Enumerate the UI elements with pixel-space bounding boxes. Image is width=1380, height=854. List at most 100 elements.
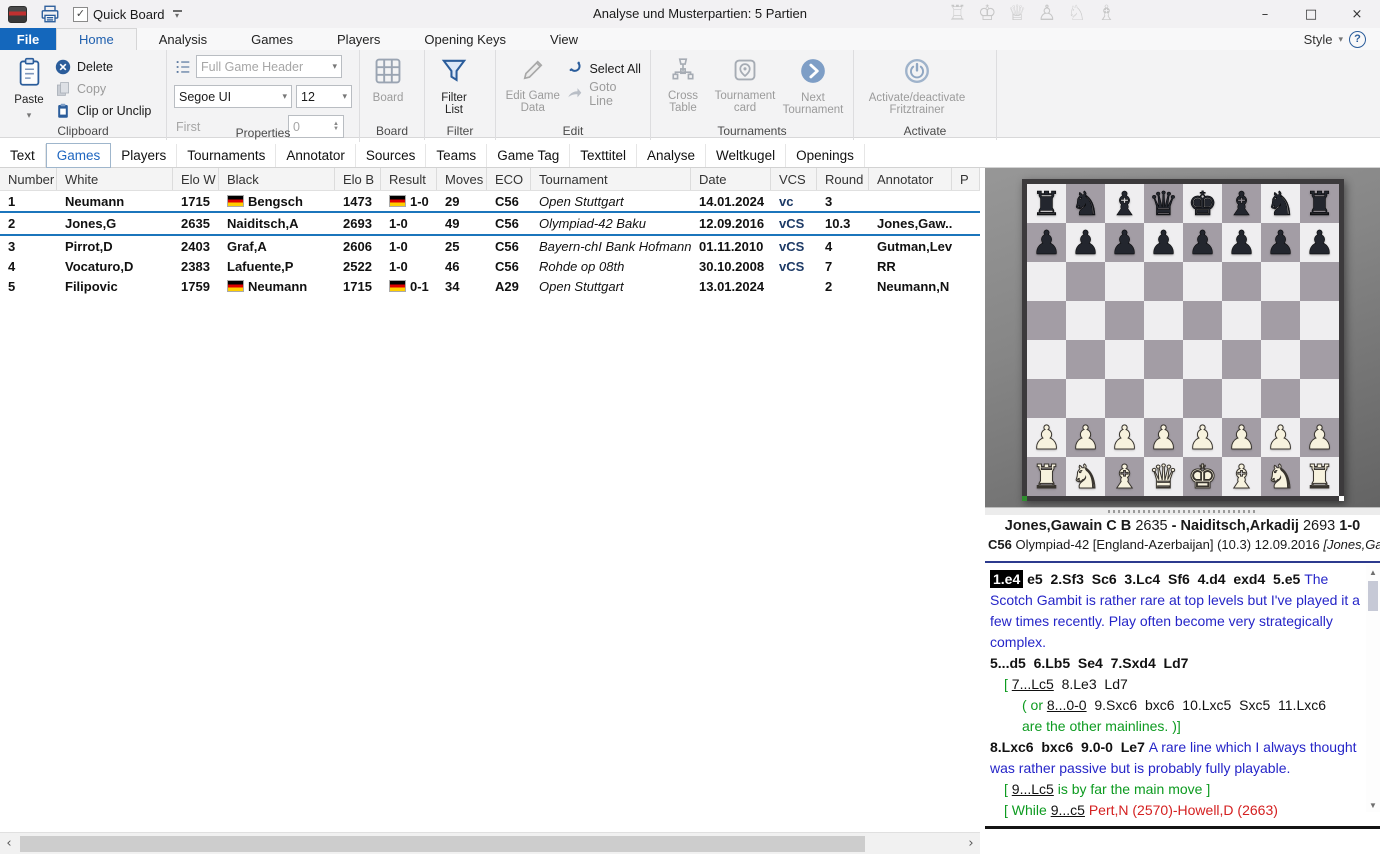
board-square[interactable] bbox=[1105, 379, 1144, 418]
board-square[interactable] bbox=[1183, 379, 1222, 418]
tab-text[interactable]: Text bbox=[0, 144, 46, 167]
games-list-header[interactable]: NumberWhiteElo WBlackElo BResultMovesECO… bbox=[0, 168, 980, 191]
column-header-annotator[interactable]: Annotator bbox=[869, 168, 952, 190]
horizontal-scrollbar[interactable]: ‹ › bbox=[0, 832, 980, 854]
column-header-round[interactable]: Round bbox=[817, 168, 869, 190]
board-square[interactable] bbox=[1144, 262, 1183, 301]
column-header-vcs[interactable]: VCS bbox=[771, 168, 817, 190]
column-header-white[interactable]: White bbox=[57, 168, 173, 190]
board-square[interactable] bbox=[1183, 262, 1222, 301]
column-header-number[interactable]: Number bbox=[0, 168, 57, 190]
column-header-elo-w[interactable]: Elo W bbox=[173, 168, 219, 190]
ribbon-tab-home[interactable]: Home bbox=[56, 28, 137, 50]
board-square[interactable]: ♝ bbox=[1105, 184, 1144, 223]
notation-move[interactable]: 7...Lc5 bbox=[1012, 676, 1054, 692]
ribbon-tab-file[interactable]: File bbox=[0, 28, 56, 50]
print-icon[interactable] bbox=[40, 4, 60, 24]
board-square[interactable] bbox=[1066, 262, 1105, 301]
board-square[interactable] bbox=[1261, 301, 1300, 340]
board-square[interactable] bbox=[1261, 262, 1300, 301]
board-square[interactable]: ♞ bbox=[1066, 184, 1105, 223]
column-header-black[interactable]: Black bbox=[219, 168, 335, 190]
board-square[interactable] bbox=[1027, 262, 1066, 301]
board-square[interactable] bbox=[1183, 301, 1222, 340]
board-square[interactable] bbox=[1105, 262, 1144, 301]
column-header-result[interactable]: Result bbox=[381, 168, 437, 190]
board-square[interactable] bbox=[1183, 340, 1222, 379]
scroll-down-icon[interactable]: ▼ bbox=[1366, 798, 1380, 812]
board-square[interactable] bbox=[1027, 340, 1066, 379]
board-square[interactable] bbox=[1300, 262, 1339, 301]
notation-pane[interactable]: 1.e4 e5 2.Sf3 Sc6 3.Lc4 Sf6 4.d4 exd4 5.… bbox=[985, 563, 1366, 826]
column-header-p[interactable]: P bbox=[952, 168, 980, 190]
board-square[interactable] bbox=[1066, 301, 1105, 340]
scrollbar-track[interactable] bbox=[18, 833, 962, 854]
notation-move[interactable]: 1.e4 bbox=[990, 570, 1023, 588]
board-square[interactable]: ♟ bbox=[1027, 418, 1066, 457]
font-size-dropdown[interactable]: 12▾ bbox=[296, 85, 352, 108]
table-row[interactable]: 4Vocaturo,D2383Lafuente,P25221-046C56Roh… bbox=[0, 256, 980, 276]
notation-move[interactable]: e5 2.Sf3 Sc6 3.Lc4 Sf6 4.d4 exd4 5.e5 bbox=[1023, 571, 1304, 587]
board-square[interactable] bbox=[1144, 379, 1183, 418]
board-square[interactable]: ♟ bbox=[1300, 418, 1339, 457]
quick-board-checkbox[interactable]: ✓ bbox=[73, 7, 88, 22]
board-square[interactable] bbox=[1261, 340, 1300, 379]
board-square[interactable]: ♟ bbox=[1183, 223, 1222, 262]
notation-scrollbar[interactable]: ▲ ▼ bbox=[1366, 565, 1380, 812]
board-square[interactable]: ♛ bbox=[1144, 457, 1183, 496]
board-square[interactable] bbox=[1300, 379, 1339, 418]
board-square[interactable]: ♜ bbox=[1027, 184, 1066, 223]
chess-board[interactable]: ♜♞♝♛♚♝♞♜♟♟♟♟♟♟♟♟♟♟♟♟♟♟♟♟♜♞♝♛♚♝♞♜ bbox=[1022, 179, 1344, 501]
notation-move[interactable]: 9...c5 bbox=[1051, 802, 1085, 818]
scroll-up-icon[interactable]: ▲ bbox=[1366, 565, 1380, 579]
board-square[interactable] bbox=[1066, 340, 1105, 379]
table-row[interactable]: 3Pirrot,D2403Graf,A26061-025C56Bayern-ch… bbox=[0, 236, 980, 256]
board-square[interactable]: ♝ bbox=[1105, 457, 1144, 496]
board-square[interactable]: ♚ bbox=[1183, 184, 1222, 223]
notation-move[interactable]: 8...0-0 bbox=[1047, 697, 1087, 713]
delete-button[interactable]: Delete bbox=[55, 57, 151, 76]
board-square[interactable]: ♝ bbox=[1222, 184, 1261, 223]
board-square[interactable] bbox=[1144, 301, 1183, 340]
scroll-left-icon[interactable]: ‹ bbox=[0, 836, 18, 851]
board-square[interactable]: ♟ bbox=[1222, 418, 1261, 457]
board-square[interactable] bbox=[1105, 301, 1144, 340]
close-button[interactable]: × bbox=[1334, 0, 1380, 28]
ribbon-tab-games[interactable]: Games bbox=[229, 28, 315, 50]
ribbon-tab-opening-keys[interactable]: Opening Keys bbox=[402, 28, 528, 50]
column-header-eco[interactable]: ECO bbox=[487, 168, 531, 190]
scrollbar-thumb[interactable] bbox=[1368, 581, 1378, 611]
notation-move[interactable]: 8.Lxc6 bxc6 9.0-0 Le7 bbox=[990, 739, 1149, 755]
board-square[interactable] bbox=[1027, 379, 1066, 418]
column-header-moves[interactable]: Moves bbox=[437, 168, 487, 190]
board-square[interactable] bbox=[1066, 379, 1105, 418]
notation-move[interactable]: 9...Lc5 bbox=[1012, 781, 1054, 797]
font-dropdown[interactable]: Segoe UI▾ bbox=[174, 85, 292, 108]
pin-dropdown-icon[interactable]: ▾ bbox=[173, 10, 182, 19]
board-square[interactable] bbox=[1222, 340, 1261, 379]
board-square[interactable]: ♟ bbox=[1261, 223, 1300, 262]
notation-move[interactable]: 8.Le3 Ld7 bbox=[1054, 676, 1128, 692]
panel-splitter[interactable] bbox=[985, 507, 1380, 515]
ribbon-tab-analysis[interactable]: Analysis bbox=[137, 28, 229, 50]
select-all-button[interactable]: Select All bbox=[566, 59, 643, 78]
table-row[interactable]: 1Neumann1715Bengsch14731-029C56Open Stut… bbox=[0, 191, 980, 211]
notation-move[interactable]: 5...d5 6.Lb5 Se4 7.Sxd4 Ld7 bbox=[990, 655, 1188, 671]
board-square[interactable]: ♟ bbox=[1066, 223, 1105, 262]
tab-sources[interactable]: Sources bbox=[356, 144, 427, 167]
tab-tournaments[interactable]: Tournaments bbox=[177, 144, 276, 167]
board-square[interactable]: ♚ bbox=[1183, 457, 1222, 496]
scroll-right-icon[interactable]: › bbox=[962, 836, 980, 851]
board-square[interactable]: ♟ bbox=[1300, 223, 1339, 262]
board-square[interactable]: ♜ bbox=[1300, 184, 1339, 223]
board-square[interactable]: ♟ bbox=[1027, 223, 1066, 262]
board-square[interactable]: ♛ bbox=[1144, 184, 1183, 223]
ribbon-tab-players[interactable]: Players bbox=[315, 28, 402, 50]
board-square[interactable]: ♞ bbox=[1066, 457, 1105, 496]
tab-teams[interactable]: Teams bbox=[426, 144, 487, 167]
tab-texttitel[interactable]: Texttitel bbox=[570, 144, 637, 167]
style-dropdown[interactable]: Style bbox=[1304, 32, 1333, 47]
board-square[interactable] bbox=[1300, 340, 1339, 379]
board-square[interactable] bbox=[1222, 379, 1261, 418]
board-square[interactable]: ♟ bbox=[1105, 418, 1144, 457]
